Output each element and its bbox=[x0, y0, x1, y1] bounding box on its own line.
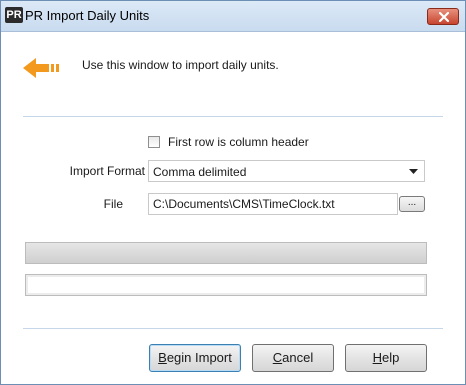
first-row-header-checkbox[interactable] bbox=[148, 136, 160, 148]
begin-import-accel: B bbox=[158, 350, 167, 365]
browse-file-button[interactable]: ... bbox=[399, 196, 425, 212]
cancel-accel: C bbox=[272, 350, 283, 365]
begin-import-button[interactable]: Begin Import bbox=[149, 344, 241, 372]
import-daily-units-window: PR PR Import Daily Units Use this window… bbox=[0, 0, 466, 385]
bottom-divider bbox=[23, 328, 443, 329]
first-row-header-label: First row is column header bbox=[168, 135, 309, 149]
app-logo-icon: PR bbox=[5, 7, 23, 23]
window-title: PR Import Daily Units bbox=[25, 8, 150, 23]
begin-import-label: egin Import bbox=[166, 350, 232, 365]
dialog-body: Use this window to import daily units. F… bbox=[1, 32, 465, 384]
help-button[interactable]: Help bbox=[345, 344, 427, 372]
cancel-button[interactable]: Cancel bbox=[252, 344, 334, 372]
close-icon bbox=[439, 12, 449, 22]
import-progress-bar bbox=[25, 242, 427, 264]
help-accel: H bbox=[372, 350, 383, 365]
close-button[interactable] bbox=[427, 8, 459, 25]
dropdown-arrow-icon bbox=[409, 169, 418, 174]
import-format-select[interactable]: Comma delimited bbox=[148, 160, 425, 182]
top-divider bbox=[23, 116, 443, 117]
title-bar[interactable]: PR PR Import Daily Units bbox=[1, 1, 465, 32]
import-status-box bbox=[25, 274, 427, 296]
file-path-input[interactable]: C:\Documents\CMS\TimeClock.txt bbox=[148, 193, 398, 215]
import-format-label: Import Format bbox=[69, 164, 145, 178]
file-label: File bbox=[103, 197, 123, 211]
import-format-value: Comma delimited bbox=[153, 165, 247, 179]
help-label: elp bbox=[382, 350, 400, 365]
cancel-label: ancel bbox=[282, 350, 314, 365]
import-arrow-icon bbox=[23, 58, 59, 78]
instruction-text: Use this window to import daily units. bbox=[82, 58, 279, 72]
first-row-header-option[interactable]: First row is column header bbox=[148, 134, 309, 150]
